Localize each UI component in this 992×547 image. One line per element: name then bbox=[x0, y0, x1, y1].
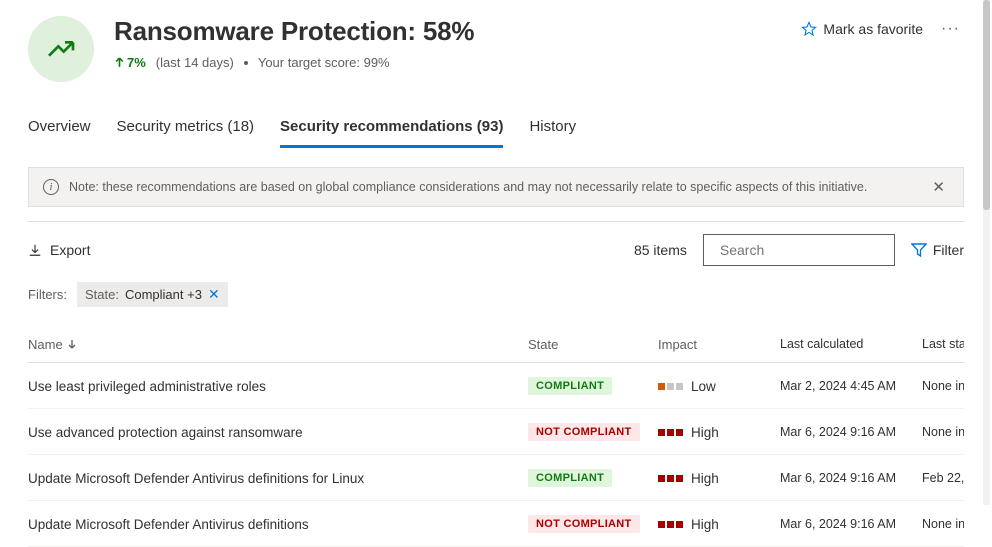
trend-up-icon bbox=[45, 33, 77, 65]
items-count: 85 items bbox=[634, 242, 687, 258]
export-button[interactable]: Export bbox=[28, 242, 90, 258]
table-row[interactable]: Use least privileged administrative role… bbox=[28, 363, 964, 409]
row-name: Update Microsoft Defender Antivirus defi… bbox=[28, 471, 528, 486]
table-header: Name State Impact Last calculated Last s… bbox=[28, 327, 964, 363]
search-box[interactable] bbox=[703, 234, 895, 266]
filters-label: Filters: bbox=[28, 287, 67, 302]
filter-button[interactable]: Filter bbox=[911, 242, 964, 258]
chip-remove-icon[interactable]: ✕ bbox=[208, 286, 220, 303]
trend-indicator: 7% bbox=[114, 55, 146, 70]
download-icon bbox=[28, 243, 42, 257]
row-name: Use advanced protection against ransomwa… bbox=[28, 425, 528, 440]
arrow-up-icon bbox=[114, 57, 125, 68]
tab-bar: Overview Security metrics (18) Security re… bbox=[28, 110, 964, 149]
filter-label: Filter bbox=[933, 242, 964, 258]
chip-value: Compliant +3 bbox=[125, 287, 202, 302]
search-input[interactable] bbox=[720, 242, 901, 258]
target-score: Your target score: 99% bbox=[258, 55, 390, 70]
row-state: COMPLIANT bbox=[528, 469, 658, 487]
state-badge: COMPLIANT bbox=[528, 469, 612, 487]
tab-item[interactable]: Security metrics (18) bbox=[117, 110, 255, 148]
star-icon bbox=[801, 21, 817, 37]
row-last-calculated: Mar 6, 2024 9:16 AM bbox=[780, 425, 922, 439]
page-title: Ransomware Protection: 58% bbox=[114, 16, 801, 47]
tab-item[interactable]: Security recommendations (93) bbox=[280, 110, 503, 148]
impact-dots-icon bbox=[658, 475, 683, 482]
impact-dots-icon bbox=[658, 383, 683, 390]
impact-label: High bbox=[691, 517, 719, 532]
row-name: Update Microsoft Defender Antivirus defi… bbox=[28, 517, 528, 532]
impact-label: High bbox=[691, 471, 719, 486]
column-last-calculated[interactable]: Last calculated bbox=[780, 337, 922, 352]
chip-prefix: State: bbox=[85, 287, 119, 302]
trend-period: (last 14 days) bbox=[156, 55, 234, 70]
filter-icon bbox=[911, 242, 927, 258]
column-last-state-change[interactable]: Last state ch bbox=[922, 337, 964, 352]
trend-badge bbox=[28, 16, 94, 82]
mark-favorite-button[interactable]: Mark as favorite bbox=[801, 21, 923, 37]
row-impact: Low bbox=[658, 379, 780, 394]
column-state[interactable]: State bbox=[528, 337, 658, 352]
info-icon: i bbox=[43, 179, 59, 195]
row-last-state-change: None in 90 d bbox=[922, 379, 964, 393]
row-last-state-change: Feb 22, 2024 bbox=[922, 471, 964, 485]
table-row[interactable]: Update Microsoft Defender Antivirus defi… bbox=[28, 501, 964, 547]
filter-chip[interactable]: State: Compliant +3 ✕ bbox=[77, 282, 228, 307]
row-last-calculated: Mar 2, 2024 4:45 AM bbox=[780, 379, 922, 393]
export-label: Export bbox=[50, 242, 90, 258]
column-impact[interactable]: Impact bbox=[658, 337, 780, 352]
state-badge: COMPLIANT bbox=[528, 377, 612, 395]
column-name[interactable]: Name bbox=[28, 337, 528, 352]
row-impact: High bbox=[658, 517, 780, 532]
info-banner: i Note: these recommendations are based … bbox=[28, 167, 964, 207]
trend-value: 7% bbox=[127, 55, 146, 70]
row-state: NOT COMPLIANT bbox=[528, 423, 658, 441]
row-last-calculated: Mar 6, 2024 9:16 AM bbox=[780, 517, 922, 531]
sort-down-icon bbox=[67, 337, 77, 352]
impact-label: High bbox=[691, 425, 719, 440]
state-badge: NOT COMPLIANT bbox=[528, 515, 640, 533]
row-last-calculated: Mar 6, 2024 9:16 AM bbox=[780, 471, 922, 485]
tab-item[interactable]: History bbox=[529, 110, 576, 148]
row-impact: High bbox=[658, 471, 780, 486]
vertical-scrollbar[interactable] bbox=[983, 0, 990, 505]
row-last-state-change: None in 90 d bbox=[922, 425, 964, 439]
tab-item[interactable]: Overview bbox=[28, 110, 91, 148]
row-state: COMPLIANT bbox=[528, 377, 658, 395]
more-actions-button[interactable]: ··· bbox=[937, 20, 964, 38]
impact-dots-icon bbox=[658, 429, 683, 436]
separator-dot bbox=[244, 61, 248, 65]
favorite-label: Mark as favorite bbox=[823, 21, 923, 37]
scrollbar-thumb[interactable] bbox=[983, 0, 990, 210]
row-name: Use least privileged administrative role… bbox=[28, 379, 528, 394]
banner-text: Note: these recommendations are based on… bbox=[69, 180, 867, 194]
row-last-state-change: None in 90 d bbox=[922, 517, 964, 531]
table-row[interactable]: Use advanced protection against ransomwa… bbox=[28, 409, 964, 455]
impact-label: Low bbox=[691, 379, 716, 394]
banner-close-button[interactable]: ✕ bbox=[928, 178, 949, 196]
impact-dots-icon bbox=[658, 521, 683, 528]
state-badge: NOT COMPLIANT bbox=[528, 423, 640, 441]
row-impact: High bbox=[658, 425, 780, 440]
table-row[interactable]: Update Microsoft Defender Antivirus defi… bbox=[28, 455, 964, 501]
row-state: NOT COMPLIANT bbox=[528, 515, 658, 533]
